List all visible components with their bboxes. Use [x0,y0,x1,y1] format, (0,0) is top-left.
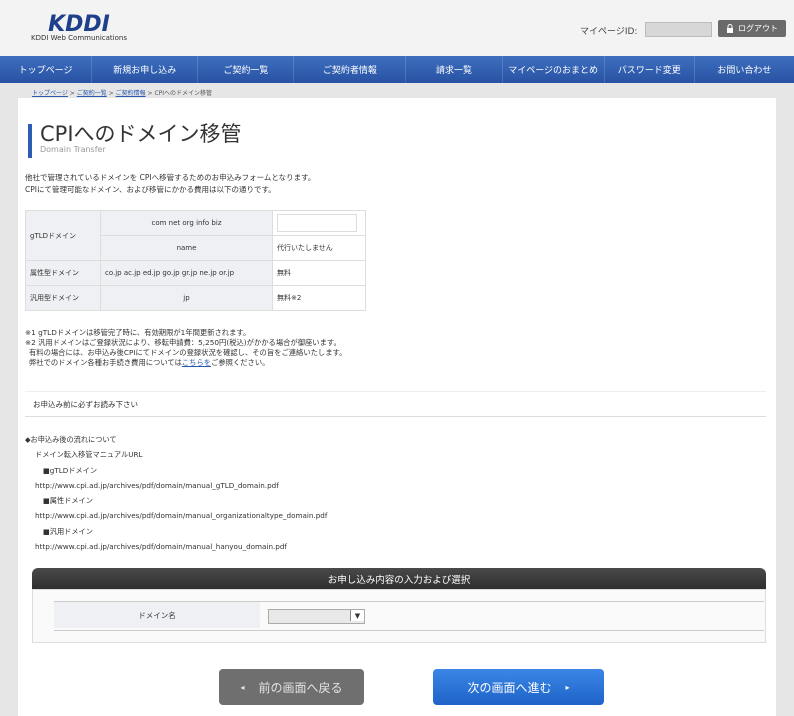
main-nav: トップページ 新規お申し込み ご契約一覧 ご契約者情報 請求一覧 マイページのお… [0,56,794,83]
general-types-cell: jp [100,285,273,311]
nav-contact[interactable]: お問い合わせ [695,56,794,83]
form-header: お申し込み内容の入力および選択 [32,568,766,589]
page-title: CPIへのドメイン移管 [40,122,242,146]
fee-details-link[interactable]: こちらを [182,358,211,367]
kddi-logo[interactable]: KDDI [38,12,120,34]
logo-subtitle: KDDI Web Communications [31,34,127,42]
logout-button[interactable]: ログアウト [718,20,786,37]
gtld-fee-blank [277,214,357,232]
mypage-id-label: マイページID: [580,27,638,37]
table-row: 属性型ドメイン co.jp ac.jp ed.jp go.jp gr.jp ne… [25,260,366,286]
breadcrumb-contract-list[interactable]: ご契約一覧 [77,90,107,97]
breadcrumb-contract-info[interactable]: ご契約情報 [116,90,146,97]
back-button[interactable]: ◂ 前の画面へ戻る [219,669,364,705]
nav-new-application[interactable]: 新規お申し込み [92,56,199,83]
attr-fee-cell: 無料 [272,260,366,286]
notes: ※1 gTLDドメインは移管完了時に、有効期限が1年間更新されます。 ※2 汎用… [25,328,347,367]
general-manual-url[interactable]: http://www.cpi.ad.jp/archives/pdf/domain… [25,539,327,554]
nav-contractor-info[interactable]: ご契約者情報 [294,56,407,83]
nav-contract-list[interactable]: ご契約一覧 [198,56,295,83]
nav-password-change[interactable]: パスワード変更 [605,56,695,83]
next-button[interactable]: 次の画面へ進む ▸ [433,669,604,705]
domain-name-label: ドメイン名 [54,602,260,628]
gtld-label-cell: gTLDドメイン [25,210,101,261]
breadcrumb-top[interactable]: トップページ [32,90,68,97]
logout-label: ログアウト [738,24,778,33]
page-subtitle: Domain Transfer [40,145,106,154]
attr-types-cell: co.jp ac.jp ed.jp go.jp gr.jp ne.jp or.j… [100,260,273,286]
intro-text: 他社で管理されているドメインを CPIへ移管するためのお申込みフォームとなります… [25,173,316,194]
attr-label-cell: 属性型ドメイン [25,260,101,286]
breadcrumb-current: CPIへのドメイン移管 [154,90,213,97]
domain-fee-table: gTLDドメイン com net org info biz name 代行いたし… [25,210,366,311]
gtld-manual-url[interactable]: http://www.cpi.ad.jp/archives/pdf/domain… [25,478,327,493]
breadcrumb: トップページ > ご契約一覧 > ご契約情報 > CPIへのドメイン移管 [32,90,213,97]
gtld-fee-cell [272,210,366,236]
chevron-right-icon: ▸ [565,682,570,692]
application-flow: ◆お申込み後の流れについて ドメイン転入移管マニュアルURL ■gTLDドメイン… [25,432,327,554]
logo-text: KDDI [48,12,110,34]
gtld-name-cell: name [100,235,273,261]
nav-billing-list[interactable]: 請求一覧 [406,56,503,83]
title-accent-bar [28,124,32,158]
lock-icon [727,24,733,33]
domain-name-select[interactable]: ▼ [268,609,365,624]
table-row: gTLDドメイン com net org info biz [25,210,366,261]
chevron-left-icon: ◂ [240,682,245,692]
mypage-id-value [645,22,712,37]
nav-top[interactable]: トップページ [0,56,93,83]
general-label-cell: 汎用型ドメイン [25,285,101,311]
read-before-apply-bar[interactable]: お申込み前に必ずお読み下さい [25,391,766,417]
table-row: 汎用型ドメイン jp 無料※2 [25,285,366,311]
gtld-name-fee-cell: 代行いたしません [272,235,366,261]
chevron-down-icon: ▼ [350,610,364,621]
attr-manual-url[interactable]: http://www.cpi.ad.jp/archives/pdf/domain… [25,508,327,523]
nav-mypage-summary[interactable]: マイページのおまとめ [503,56,605,83]
general-fee-cell: 無料※2 [272,285,366,311]
gtld-types-cell: com net org info biz [100,210,273,236]
